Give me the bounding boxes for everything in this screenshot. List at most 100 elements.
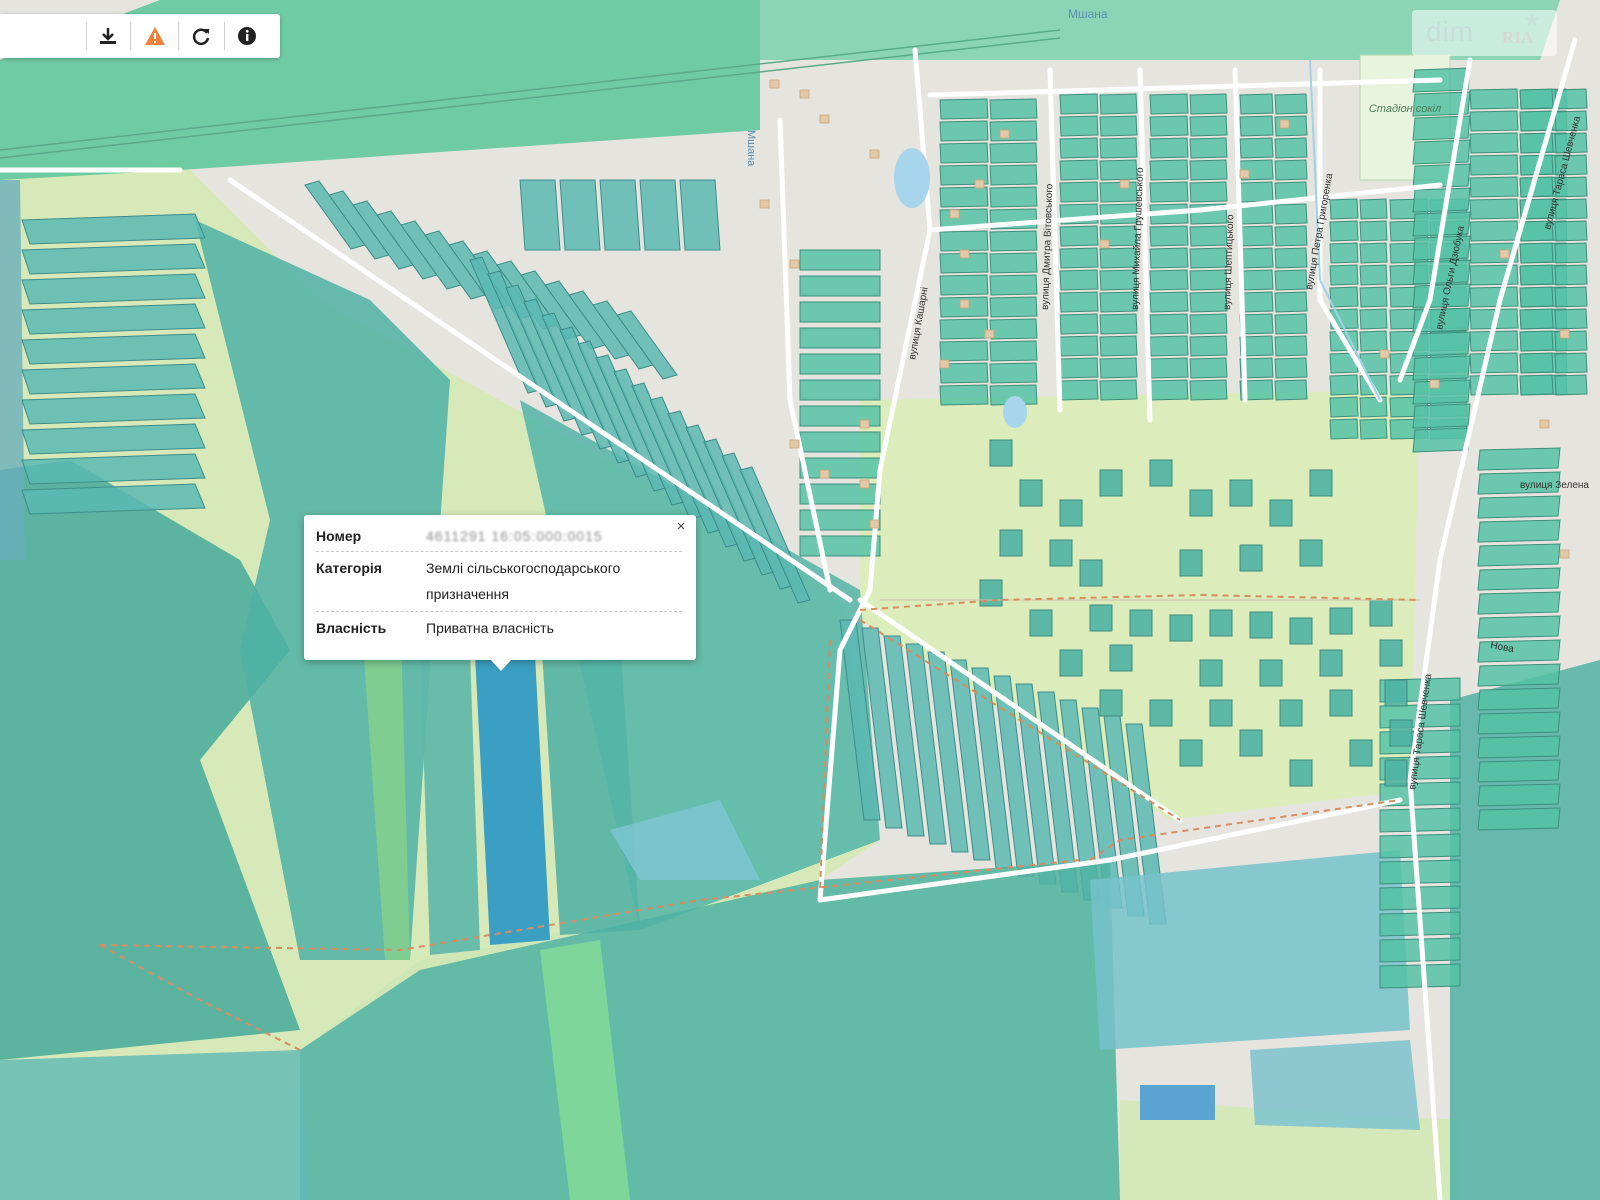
- land-parcel[interactable]: [1059, 313, 1099, 335]
- land-parcel[interactable]: [1469, 220, 1519, 242]
- land-parcel[interactable]: [1189, 181, 1228, 203]
- land-parcel[interactable]: [1384, 759, 1408, 787]
- land-parcel[interactable]: [1059, 335, 1099, 357]
- land-parcel[interactable]: [939, 98, 989, 120]
- land-parcel[interactable]: [1329, 220, 1359, 242]
- cadastral-map[interactable]: Мшана Мшана Стадіон сокіл вулиця Кашарні…: [0, 0, 1600, 1200]
- land-parcel[interactable]: [1329, 418, 1359, 440]
- land-parcel[interactable]: [1239, 291, 1274, 313]
- land-parcel[interactable]: [1412, 427, 1471, 453]
- land-parcel[interactable]: [1149, 247, 1189, 269]
- land-parcel[interactable]: [1049, 539, 1073, 567]
- land-parcel[interactable]: [1289, 617, 1313, 645]
- land-parcel[interactable]: [1209, 699, 1233, 727]
- land-parcel[interactable]: [1329, 689, 1353, 717]
- land-parcel[interactable]: [1359, 418, 1388, 440]
- land-parcel[interactable]: [1274, 269, 1308, 291]
- land-parcel[interactable]: [1089, 604, 1113, 632]
- land-parcel[interactable]: [1149, 225, 1189, 247]
- land-parcel[interactable]: [679, 179, 721, 251]
- land-parcel[interactable]: [1274, 313, 1308, 335]
- land-parcel[interactable]: [1477, 567, 1561, 591]
- land-parcel[interactable]: [1249, 611, 1273, 639]
- land-parcel[interactable]: [1059, 115, 1099, 137]
- land-parcel[interactable]: [1274, 137, 1308, 159]
- land-parcel[interactable]: [1189, 115, 1228, 137]
- land-parcel[interactable]: [1149, 335, 1189, 357]
- land-parcel[interactable]: [1059, 137, 1099, 159]
- land-parcel[interactable]: [1099, 335, 1138, 357]
- land-parcel[interactable]: [1412, 259, 1471, 285]
- land-parcel[interactable]: [1469, 286, 1519, 308]
- land-parcel[interactable]: [1099, 181, 1138, 203]
- land-parcel[interactable]: [1274, 93, 1308, 115]
- land-parcel[interactable]: [799, 275, 881, 297]
- land-parcel[interactable]: [1329, 264, 1359, 286]
- land-parcel[interactable]: [1169, 614, 1193, 642]
- land-parcel[interactable]: [1519, 330, 1554, 352]
- land-parcel[interactable]: [1289, 759, 1313, 787]
- land-parcel[interactable]: [1019, 479, 1043, 507]
- info-button[interactable]: [233, 22, 261, 50]
- land-parcel[interactable]: [989, 252, 1038, 274]
- land-parcel[interactable]: [1189, 269, 1228, 291]
- land-parcel[interactable]: [1359, 220, 1388, 242]
- land-parcel[interactable]: [1519, 352, 1554, 374]
- land-parcel[interactable]: [1379, 859, 1461, 885]
- land-parcel[interactable]: [1239, 181, 1274, 203]
- land-parcel[interactable]: [1329, 374, 1359, 396]
- land-parcel[interactable]: [1189, 379, 1228, 401]
- land-parcel[interactable]: [799, 431, 881, 453]
- land-parcel[interactable]: [639, 179, 681, 251]
- land-parcel[interactable]: [1477, 711, 1561, 735]
- land-parcel[interactable]: [1477, 519, 1561, 543]
- land-parcel[interactable]: [1149, 313, 1189, 335]
- land-parcel[interactable]: [1359, 264, 1388, 286]
- land-parcel[interactable]: [1554, 264, 1588, 286]
- land-parcel[interactable]: [519, 179, 561, 251]
- land-parcel[interactable]: [989, 120, 1038, 142]
- land-parcel[interactable]: [1109, 644, 1133, 672]
- land-parcel[interactable]: [1149, 115, 1189, 137]
- land-parcel[interactable]: [939, 230, 989, 252]
- land-parcel[interactable]: [1079, 559, 1103, 587]
- land-parcel[interactable]: [1239, 137, 1274, 159]
- land-parcel[interactable]: [1149, 181, 1189, 203]
- land-parcel[interactable]: [1239, 247, 1274, 269]
- land-parcel[interactable]: [939, 384, 989, 406]
- land-parcel[interactable]: [1519, 242, 1554, 264]
- land-parcel[interactable]: [939, 120, 989, 142]
- land-parcel[interactable]: [1359, 396, 1388, 418]
- land-parcel[interactable]: [1129, 609, 1153, 637]
- land-parcel[interactable]: [1149, 459, 1173, 487]
- land-parcel[interactable]: [1099, 379, 1138, 401]
- land-parcel[interactable]: [1412, 187, 1471, 213]
- land-parcel[interactable]: [1189, 225, 1228, 247]
- land-parcel[interactable]: [1477, 807, 1561, 831]
- land-parcel[interactable]: [1149, 269, 1189, 291]
- land-parcel[interactable]: [1554, 242, 1588, 264]
- land-parcel[interactable]: [1477, 759, 1561, 783]
- land-parcel[interactable]: [1309, 469, 1333, 497]
- land-parcel[interactable]: [989, 340, 1038, 362]
- land-parcel[interactable]: [1519, 88, 1554, 110]
- land-parcel[interactable]: [1477, 687, 1561, 711]
- land-parcel[interactable]: [1554, 374, 1588, 396]
- land-parcel[interactable]: [1229, 479, 1253, 507]
- land-parcel[interactable]: [559, 179, 601, 251]
- land-parcel[interactable]: [1099, 313, 1138, 335]
- land-parcel[interactable]: [1059, 159, 1099, 181]
- land-parcel[interactable]: [1469, 154, 1519, 176]
- land-parcel[interactable]: [989, 362, 1038, 384]
- land-parcel[interactable]: [1149, 93, 1189, 115]
- land-parcel[interactable]: [1099, 137, 1138, 159]
- land-parcel[interactable]: [1099, 159, 1138, 181]
- land-parcel[interactable]: [1554, 286, 1588, 308]
- land-parcel[interactable]: [1359, 198, 1388, 220]
- land-parcel[interactable]: [1477, 615, 1561, 639]
- land-parcel[interactable]: [1359, 308, 1388, 330]
- land-parcel[interactable]: [1239, 115, 1274, 137]
- land-parcel[interactable]: [1189, 93, 1228, 115]
- land-parcel[interactable]: [1059, 181, 1099, 203]
- land-parcel[interactable]: [1149, 159, 1189, 181]
